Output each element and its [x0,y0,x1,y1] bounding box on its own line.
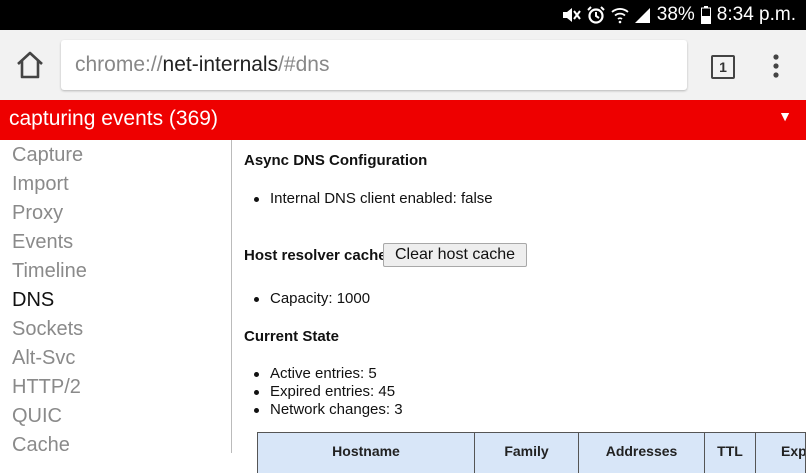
sidebar: Capture Import Proxy Events Timeline DNS… [0,140,232,456]
sidebar-item-cache[interactable]: Cache [12,434,70,457]
alarm-icon [587,6,605,24]
tab-switcher-button[interactable]: 1 [711,55,735,79]
battery-percent: 38% [656,4,695,25]
tab-count: 1 [719,59,727,75]
sidebar-item-proxy[interactable]: Proxy [12,202,63,225]
table-header-hostname: Hostname [258,433,475,473]
url-scheme: chrome:// [75,53,163,76]
sidebar-item-alt-svc[interactable]: Alt-Svc [12,347,75,370]
internal-dns-status: Internal DNS client enabled: false [254,190,493,207]
home-button[interactable] [14,50,46,80]
mute-icon [561,6,581,24]
clear-host-cache-button[interactable]: Clear host cache [383,243,527,267]
expired-entries: Expired entries: 45 [253,383,396,400]
wifi-icon [611,6,629,24]
clock: 8:34 p.m. [716,4,796,25]
sidebar-item-quic[interactable]: QUIC [12,405,62,428]
host-cache-title: Host resolver cache [244,247,387,264]
sidebar-item-events[interactable]: Events [12,231,73,254]
sidebar-item-import[interactable]: Import [12,173,69,196]
signal-icon [634,6,651,24]
async-dns-title: Async DNS Configuration [244,152,428,169]
url-path: /#dns [278,53,330,76]
current-state-title: Current State [244,328,340,345]
home-icon [17,51,43,79]
network-changes: Network changes: 3 [254,401,403,418]
status-icons: 38% 8:34 p.m. [561,0,796,30]
address-bar[interactable]: chrome://net-internals/#dns [61,40,687,90]
cache-capacity: Capacity: 1000 [253,290,371,307]
status-bar: 38% 8:34 p.m. [0,0,806,30]
active-entries: Active entries: 5 [254,365,377,382]
capture-status-text: capturing events (369) [9,107,218,130]
table-header-ttl: TTL [705,433,756,473]
battery-icon [700,6,711,24]
table-header-addresses: Addresses [579,433,705,473]
url-host: net-internals [162,53,279,76]
table-header-expires: Expi [756,433,806,473]
dns-panel: Async DNS Configuration Internal DNS cli… [232,140,806,473]
sidebar-item-dns[interactable]: DNS [12,289,54,312]
overflow-menu-icon [773,54,779,78]
sidebar-item-http2[interactable]: HTTP/2 [12,376,81,399]
sidebar-item-capture[interactable]: Capture [12,144,83,167]
capture-status-banner[interactable]: capturing events (369) ▼ [0,100,806,140]
browser-toolbar: chrome://net-internals/#dns 1 [0,30,806,101]
sidebar-item-sockets[interactable]: Sockets [12,318,83,341]
dropdown-arrow-icon[interactable]: ▼ [778,108,792,124]
table-header-family: Family [475,433,579,473]
sidebar-item-timeline[interactable]: Timeline [12,260,87,283]
overflow-menu-button[interactable] [766,52,786,80]
